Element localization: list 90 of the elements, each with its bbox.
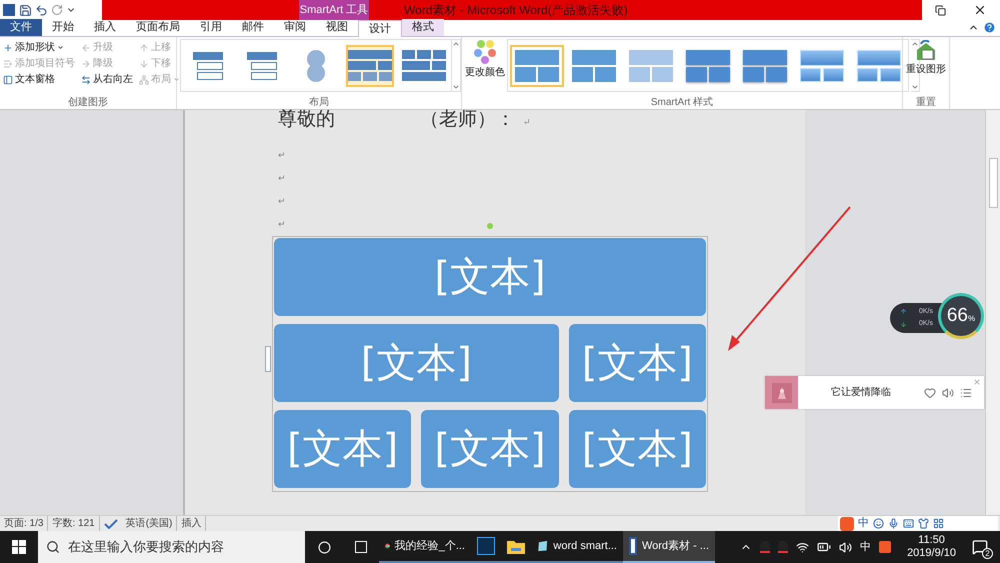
- notification-count: 2: [982, 548, 993, 559]
- layout-thumbnail[interactable]: [346, 44, 394, 86]
- more-icon[interactable]: [911, 83, 919, 91]
- arrow-up-icon: [139, 42, 149, 52]
- vertical-scrollbar[interactable]: [985, 110, 1000, 515]
- arrow-right-icon: [81, 58, 91, 68]
- keyboard-icon[interactable]: [903, 518, 914, 529]
- contextual-tab-label: SmartArt 工具: [299, 0, 369, 20]
- qq-icon[interactable]: [778, 541, 788, 553]
- upload-icon: [900, 308, 907, 316]
- ribbon-tab[interactable]: 视图: [316, 19, 358, 36]
- ribbon-tab[interactable]: 邮件: [232, 19, 274, 36]
- ribbon-command[interactable]: 文本窗格: [3, 72, 75, 87]
- paragraph-mark: ↵: [278, 196, 286, 207]
- ribbon-tab[interactable]: 文件: [0, 19, 42, 36]
- ribbon-tab[interactable]: 引用: [190, 19, 232, 36]
- save-icon[interactable]: [19, 4, 32, 16]
- heading-text: 尊敬的: [278, 110, 335, 128]
- proofing-icon[interactable]: [104, 518, 118, 528]
- song-title: 它让爱情降临: [830, 386, 892, 400]
- scroll-up-icon[interactable]: [911, 40, 919, 48]
- swap-arrows-icon: [81, 74, 91, 84]
- color-dots-icon: [472, 39, 498, 65]
- heading-text: （老师）：: [420, 110, 515, 128]
- toolbox-icon[interactable]: [933, 518, 944, 529]
- help-icon[interactable]: [983, 21, 996, 34]
- taskbar-app[interactable]: 我的经验_个...: [379, 531, 471, 563]
- ribbon-tab[interactable]: 开始: [42, 19, 84, 36]
- paragraph-mark: ↵: [278, 219, 286, 230]
- window-title: Word素材 - Microsoft Word(产品激活失败): [404, 2, 628, 19]
- ime-mode[interactable]: 中: [858, 515, 869, 532]
- paragraph-mark: ↵: [278, 150, 286, 161]
- download-icon: [900, 320, 907, 328]
- group-label: 创建图形: [67, 96, 109, 109]
- sogou-icon[interactable]: [879, 541, 892, 553]
- hierarchy-icon: [139, 74, 149, 84]
- group-label: 重置: [915, 96, 937, 109]
- ribbon-command[interactable]: 添加形状: [3, 40, 75, 55]
- ribbon-tab[interactable]: 插入: [84, 19, 126, 36]
- taskbar-app[interactable]: Word素材 - ...: [623, 531, 715, 563]
- restore-icon[interactable]: [935, 4, 946, 16]
- arrow-left-icon: [81, 42, 91, 52]
- ribbon-command[interactable]: 从右向左: [81, 72, 133, 87]
- input-language[interactable]: 中: [860, 538, 872, 556]
- cortana-icon[interactable]: [318, 540, 331, 554]
- reset-graphic-button[interactable]: 重设图形: [903, 37, 949, 95]
- search-icon: [46, 540, 60, 554]
- change-colors-button[interactable]: 更改颜色: [465, 39, 505, 92]
- ribbon-tab[interactable]: 设计: [358, 20, 402, 37]
- skin-icon[interactable]: [918, 518, 929, 529]
- paragraph-mark: ↵: [278, 173, 286, 184]
- taskbar-search-field[interactable]: 在这里输入你要搜索的内容: [38, 531, 305, 563]
- memory-gauge[interactable]: 66%: [938, 293, 984, 339]
- reset-graphic-icon: [915, 40, 937, 62]
- heart-icon[interactable]: [924, 386, 936, 398]
- ribbon-tab[interactable]: 格式: [402, 19, 444, 36]
- scroll-up-icon[interactable]: [452, 40, 460, 48]
- sogou-logo-icon[interactable]: [840, 516, 854, 530]
- bullet-list-icon: [3, 58, 13, 68]
- ribbon-tab[interactable]: 页面布局: [126, 19, 190, 36]
- emoji-icon[interactable]: [873, 518, 884, 529]
- style-thumbnail[interactable]: [510, 44, 564, 86]
- arrow-down-icon: [139, 58, 149, 68]
- task-view-icon[interactable]: [355, 541, 367, 553]
- word-logo-icon[interactable]: [2, 3, 16, 17]
- group-label: 布局: [308, 96, 330, 109]
- paragraph-mark: ↵: [523, 119, 531, 128]
- group-label: SmartArt 样式: [650, 96, 714, 109]
- add-shape-icon: [3, 42, 13, 52]
- more-icon[interactable]: [452, 83, 460, 91]
- volume-icon[interactable]: [839, 540, 852, 554]
- photoshop-icon: [477, 537, 495, 555]
- clock[interactable]: 11:50 2019/9/10: [899, 534, 964, 560]
- gauge-value: 66: [946, 304, 968, 328]
- rotation-handle-icon[interactable]: [487, 223, 493, 229]
- word-icon: [629, 537, 637, 555]
- microphone-icon[interactable]: [888, 518, 899, 529]
- text-pane-icon: [3, 74, 13, 84]
- folder-icon: [507, 538, 525, 554]
- notification-icon[interactable]: [972, 539, 988, 555]
- ribbon-tab[interactable]: 审阅: [274, 19, 316, 36]
- qq-icon[interactable]: [760, 541, 770, 553]
- text-pane-handle[interactable]: [265, 346, 271, 372]
- caret-icon: [57, 44, 64, 51]
- battery-icon[interactable]: [817, 540, 832, 554]
- undo-icon[interactable]: [35, 4, 48, 16]
- gauge-unit: %: [968, 313, 976, 325]
- caret-icon: [173, 76, 180, 83]
- wifi-icon[interactable]: [796, 540, 810, 554]
- windows-icon[interactable]: [12, 540, 26, 554]
